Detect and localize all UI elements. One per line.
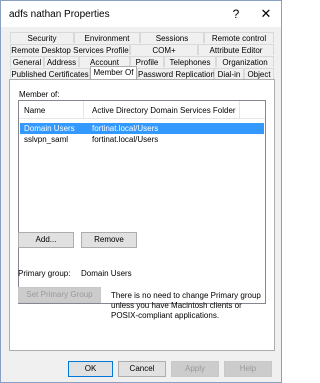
tab-sessions[interactable]: Sessions (140, 32, 204, 43)
group-name: sslvpn_saml (24, 135, 69, 144)
primary-group-label: Primary group: (18, 269, 71, 278)
tab-address[interactable]: Address (44, 56, 79, 67)
column-header-name[interactable]: Name (24, 106, 45, 115)
primary-group-value: Domain Users (81, 269, 132, 278)
tab-com-plus[interactable]: COM+ (130, 44, 198, 55)
help-icon[interactable]: ? (223, 3, 249, 25)
ok-button[interactable]: OK (68, 361, 113, 377)
member-of-label: Member of: (19, 90, 60, 99)
tab-remote-desktop-services-profile[interactable]: Remote Desktop Services Profile (10, 44, 130, 55)
tab-organization[interactable]: Organization (216, 56, 274, 67)
tab-row-3: General Address Account Profile Telephon… (10, 56, 274, 68)
column-header-folder[interactable]: Active Directory Domain Services Folder (92, 106, 236, 115)
apply-button[interactable]: Apply (171, 361, 219, 377)
tab-object[interactable]: Object (244, 68, 274, 79)
group-folder: fortinat.local/Users (92, 124, 159, 133)
list-item[interactable]: sslvpn_saml fortinat.local/Users (20, 134, 264, 145)
close-icon[interactable]: ✕ (253, 3, 279, 25)
tab-password-replication[interactable]: Password Replication (137, 68, 215, 79)
primary-group-note: There is no need to change Primary group… (111, 291, 261, 320)
list-header: Name Active Directory Domain Services Fo… (19, 101, 265, 119)
group-folder: fortinat.local/Users (92, 135, 159, 144)
tab-published-certificates[interactable]: Published Certificates (10, 68, 90, 79)
column-separator[interactable] (83, 101, 84, 118)
tab-telephones[interactable]: Telephones (164, 56, 216, 67)
tab-member-of[interactable]: Member Of (90, 66, 137, 79)
set-primary-group-button[interactable]: Set Primary Group (18, 287, 101, 303)
tab-security[interactable]: Security (10, 32, 74, 43)
cancel-button[interactable]: Cancel (118, 361, 166, 377)
tab-dial-in[interactable]: Dial-in (214, 68, 244, 79)
window-title: adfs nathan Properties (9, 9, 110, 20)
member-of-panel: Member of: Name Active Directory Domain … (9, 79, 275, 351)
group-name: Domain Users (24, 124, 75, 133)
tab-row-2: Remote Desktop Services Profile COM+ Att… (10, 44, 274, 56)
title-bar[interactable]: adfs nathan Properties ? ✕ (1, 1, 281, 27)
tab-environment[interactable]: Environment (74, 32, 140, 43)
add-button[interactable]: Add... (18, 232, 74, 248)
list-item[interactable]: Domain Users fortinat.local/Users (20, 123, 264, 134)
tab-row-1: Security Environment Sessions Remote con… (10, 32, 274, 44)
column-separator[interactable] (239, 101, 240, 118)
properties-dialog: adfs nathan Properties ? ✕ Security Envi… (0, 0, 282, 383)
remove-button[interactable]: Remove (81, 232, 137, 248)
tab-attribute-editor[interactable]: Attribute Editor (198, 44, 274, 55)
tab-general[interactable]: General (10, 56, 44, 67)
help-button[interactable]: Help (224, 361, 272, 377)
tab-remote-control[interactable]: Remote control (204, 32, 274, 43)
